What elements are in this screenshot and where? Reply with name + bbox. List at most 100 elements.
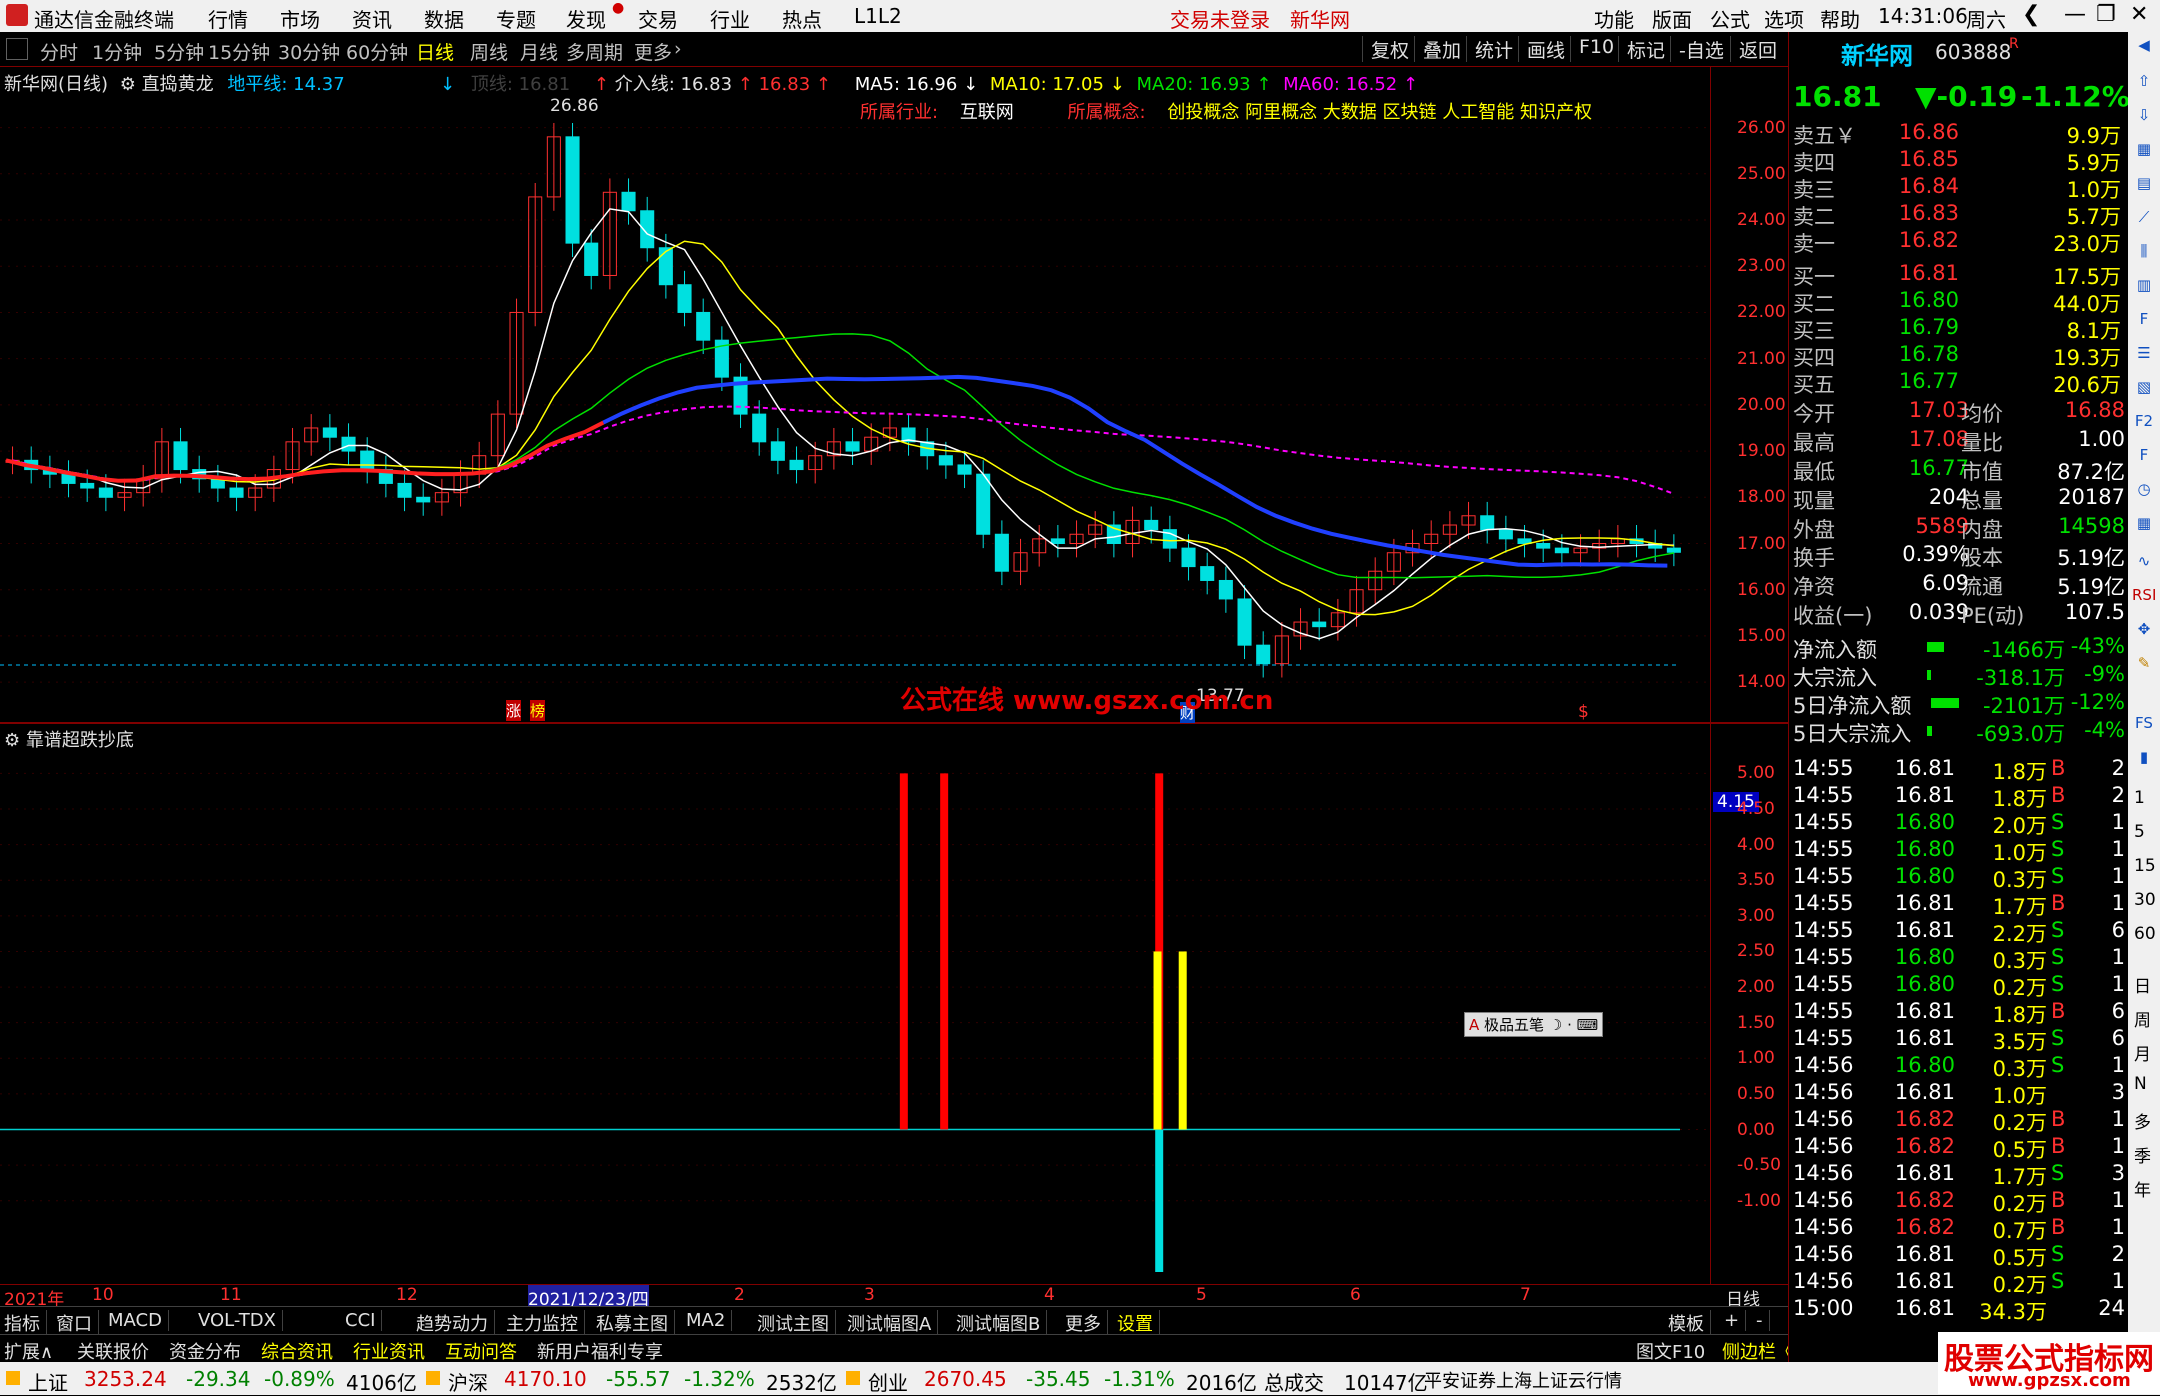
remove-favorite-button[interactable]: -自选 <box>1670 36 1732 62</box>
rail-grid-icon[interactable]: ▦ <box>2132 514 2156 538</box>
menu-item-gongneng[interactable]: 功能 <box>1594 4 1634 33</box>
ext-tab[interactable]: 行业资讯 <box>353 1338 425 1364</box>
menu-item-bangzhu[interactable]: 帮助 <box>1820 4 1860 33</box>
menu-item-xuanxiang[interactable]: 选项 <box>1764 4 1804 33</box>
menu-item-shuju[interactable]: 数据 <box>424 4 464 33</box>
menu-item-redian[interactable]: 热点 <box>782 4 822 33</box>
ask-row[interactable]: 卖一 16.82 23.0万 <box>1789 228 2129 256</box>
indicator-tab[interactable]: 测试主图 <box>757 1310 836 1336</box>
rail-period-item[interactable]: 多 <box>2134 1108 2151 1133</box>
tab-right-button[interactable]: + <box>1724 1310 1747 1331</box>
rail-period-item[interactable]: 1 <box>2134 788 2145 808</box>
tag-bang[interactable]: 榜 <box>530 700 546 721</box>
rail-collapse-icon[interactable]: ◀ <box>2132 36 2156 60</box>
indicator-tab[interactable]: CCI <box>345 1310 383 1331</box>
ext-tab[interactable]: 扩展∧ <box>4 1338 53 1364</box>
tab-30min[interactable]: 30分钟 <box>278 38 340 65</box>
ask-row[interactable]: 卖四 16.85 5.9万 <box>1789 147 2129 175</box>
rail-f1-icon[interactable]: F <box>2132 446 2156 470</box>
indicator-tab[interactable]: MA2 <box>686 1310 733 1331</box>
menu-item-zhuanti[interactable]: 专题 <box>496 4 536 33</box>
indicator-tab[interactable]: 更多 <box>1065 1310 1108 1336</box>
bid-row[interactable]: 买二 16.80 44.0万 <box>1789 288 2129 316</box>
ext-tab[interactable]: 关联报价 <box>77 1338 149 1364</box>
tab-daily[interactable]: 日线 <box>416 38 454 65</box>
bid-row[interactable]: 买三 16.79 8.1万 <box>1789 315 2129 343</box>
rail-pen-icon[interactable]: ✎ <box>2132 654 2156 678</box>
rail-period-item[interactable]: 日 <box>2134 972 2151 997</box>
rail-fin-icon[interactable]: F <box>2132 310 2156 334</box>
rail-candle-icon[interactable]: ⫼ <box>2132 242 2156 266</box>
rail-table-icon[interactable]: ▥ <box>2132 276 2156 300</box>
tab-right-button[interactable]: - <box>1756 1310 1770 1331</box>
ask-row[interactable]: 卖三 16.84 1.0万 <box>1789 174 2129 202</box>
menu-item-hangqing[interactable]: 行情 <box>208 4 248 33</box>
diejia-button[interactable]: 叠加 <box>1414 36 1469 62</box>
toolbar-left-icon[interactable] <box>6 38 28 60</box>
rail-f2-icon[interactable]: F2 <box>2132 412 2156 436</box>
tab-multi-period[interactable]: 多周期 <box>566 38 623 65</box>
indicator-tab[interactable]: MACD <box>108 1310 169 1331</box>
indicator-tab[interactable]: 指标 <box>4 1310 47 1336</box>
biaoji-button[interactable]: 标记 <box>1618 36 1673 62</box>
chevron-right-icon[interactable]: › <box>674 38 682 60</box>
trade-login-status[interactable]: 交易未登录 <box>1170 4 1270 33</box>
tab-1min[interactable]: 1分钟 <box>92 38 142 65</box>
minimize-icon[interactable]: — <box>2064 2 2086 27</box>
rail-period-item[interactable]: 月 <box>2134 1040 2151 1065</box>
rail-up-icon[interactable]: ⇧ <box>2132 72 2156 96</box>
oscillator-chart[interactable] <box>0 724 1710 1284</box>
huaxian-button[interactable]: 画线 <box>1518 36 1573 62</box>
indicator-tab[interactable]: 设置 <box>1117 1310 1160 1336</box>
tag-dollar[interactable]: $ <box>1578 702 1589 722</box>
rail-doc-icon[interactable]: ▧ <box>2132 378 2156 402</box>
bid-row[interactable]: 买一 16.81 17.5万 <box>1789 261 2129 289</box>
menu-item-gongshi[interactable]: 公式 <box>1710 4 1750 33</box>
indicator-tab[interactable]: 测试幅图A <box>847 1310 939 1336</box>
rail-trend-icon[interactable]: ⟋ <box>2132 208 2156 232</box>
menu-item-hangye[interactable]: 行业 <box>710 4 750 33</box>
rail-period-item[interactable]: 季 <box>2134 1142 2151 1167</box>
tab-right-button[interactable]: 模板 <box>1668 1310 1711 1336</box>
rail-period-item[interactable]: 15 <box>2134 856 2156 876</box>
candlestick-chart[interactable] <box>0 66 1710 722</box>
tab-fenshi[interactable]: 分时 <box>40 38 78 65</box>
rail-period-item[interactable]: 5 <box>2134 822 2145 842</box>
tab-more[interactable]: 更多 <box>634 38 672 65</box>
return-button[interactable]: 返回 <box>1730 36 1785 62</box>
rail-wave-icon[interactable]: ∿ <box>2132 552 2156 576</box>
indicator-tab[interactable]: 趋势动力 <box>416 1310 495 1336</box>
rail-calc-icon[interactable]: ▦ <box>2132 140 2156 164</box>
tab-monthly[interactable]: 月线 <box>520 38 558 65</box>
rail-bars-icon[interactable]: ▮ <box>2132 748 2156 772</box>
close-icon[interactable]: ✕ <box>2130 2 2148 27</box>
indicator-tab[interactable]: 窗口 <box>56 1310 99 1336</box>
rail-fs-icon[interactable]: FS <box>2132 714 2156 738</box>
menu-item-banmian[interactable]: 版面 <box>1652 4 1692 33</box>
ext-tab[interactable]: 资金分布 <box>169 1338 241 1364</box>
tab-5min[interactable]: 5分钟 <box>154 38 204 65</box>
tab-60min[interactable]: 60分钟 <box>346 38 408 65</box>
ask-row[interactable]: 卖二 16.83 5.7万 <box>1789 201 2129 229</box>
ime-widget[interactable]: A 极品五笔 ☽ · ⌨ <box>1464 1012 1604 1037</box>
rail-period-item[interactable]: N <box>2134 1074 2147 1094</box>
rail-chart-icon[interactable]: ▤ <box>2132 174 2156 198</box>
tag-zhang[interactable]: 涨 <box>506 700 522 721</box>
rail-rsi-icon[interactable]: RSI <box>2132 586 2156 610</box>
tongji-button[interactable]: 统计 <box>1466 36 1521 62</box>
indicator-tab[interactable]: VOL-TDX <box>198 1310 283 1331</box>
tab-weekly[interactable]: 周线 <box>470 38 508 65</box>
rail-move-icon[interactable]: ✥ <box>2132 620 2156 644</box>
rail-list-icon[interactable]: ☰ <box>2132 344 2156 368</box>
ask-row[interactable]: 卖五￥ 16.86 9.9万 <box>1789 120 2129 148</box>
rail-down-icon[interactable]: ⇩ <box>2132 106 2156 130</box>
ext-tab[interactable]: 新用户福利专享 <box>537 1338 663 1364</box>
rail-period-item[interactable]: 周 <box>2134 1006 2151 1031</box>
restore-icon[interactable]: ❐ <box>2096 2 2116 27</box>
ext-right-item[interactable]: 图文F10 <box>1636 1338 1705 1364</box>
indicator-tab[interactable]: 私募主图 <box>596 1310 675 1336</box>
ext-right-item[interactable]: 侧边栏《 <box>1722 1338 1794 1364</box>
menu-item-l1l2[interactable]: L1L2 <box>854 4 902 28</box>
indicator-tab[interactable]: 测试幅图B <box>956 1310 1048 1336</box>
tab-15min[interactable]: 15分钟 <box>208 38 270 65</box>
